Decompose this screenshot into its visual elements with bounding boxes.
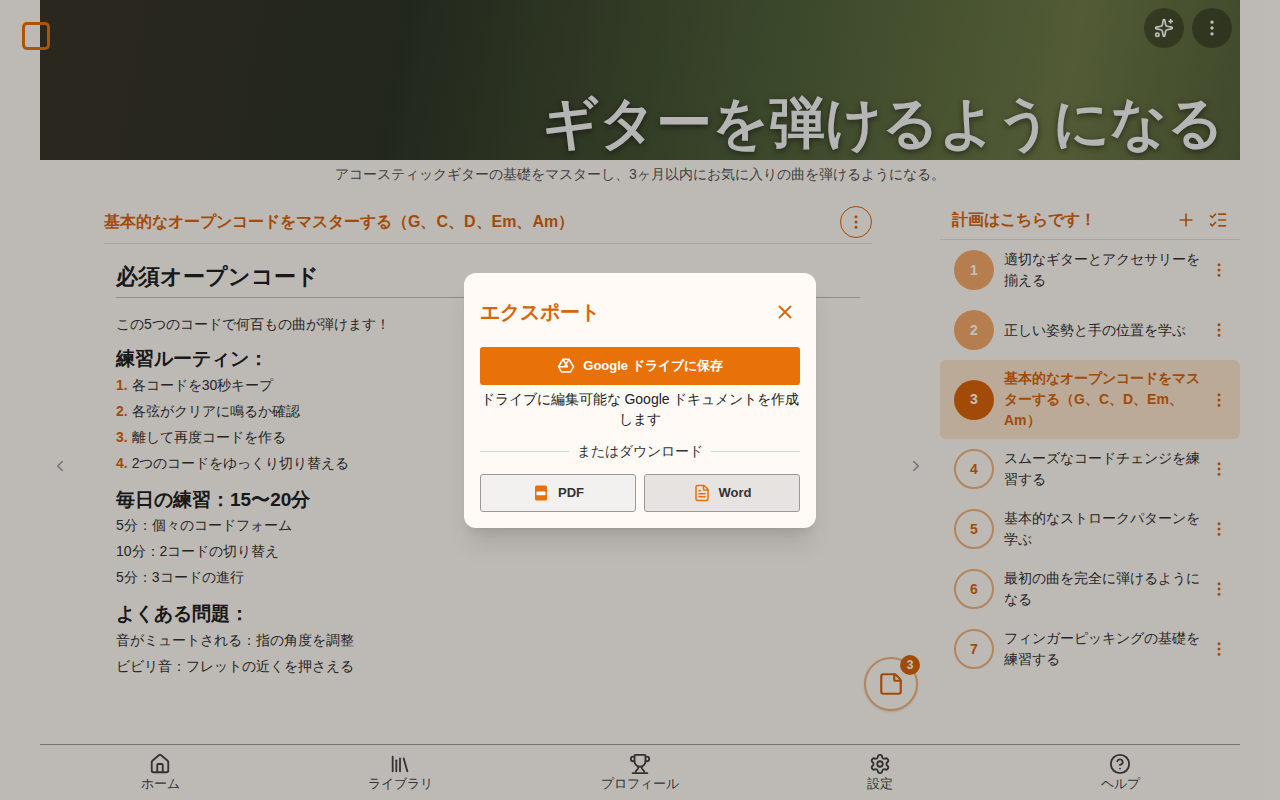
- close-button[interactable]: [774, 301, 796, 323]
- download-button[interactable]: Word: [644, 474, 800, 512]
- drive-save-button[interactable]: Google ドライブに保存: [480, 347, 800, 385]
- export-dialog: エクスポート Google ドライブに保存ドライブに編集可能な Google ドキ…: [464, 273, 816, 528]
- close-icon: [774, 301, 796, 323]
- pdf-file-icon: [532, 484, 550, 502]
- google-drive-icon: [557, 357, 575, 375]
- overlay[interactable]: エクスポート Google ドライブに保存ドライブに編集可能な Google ドキ…: [0, 0, 1280, 800]
- word-file-icon: [693, 484, 711, 502]
- dialog-title: エクスポート: [480, 297, 600, 327]
- download-button[interactable]: PDF: [480, 474, 636, 512]
- divider: またはダウンロード: [480, 441, 800, 462]
- app: ギターを弾けるようになるアコースティックギターの基礎をマスターし、3ヶ月以内にお…: [0, 0, 1280, 800]
- drive-description: ドライブに編集可能な Google ドキュメントを作成します: [480, 389, 800, 429]
